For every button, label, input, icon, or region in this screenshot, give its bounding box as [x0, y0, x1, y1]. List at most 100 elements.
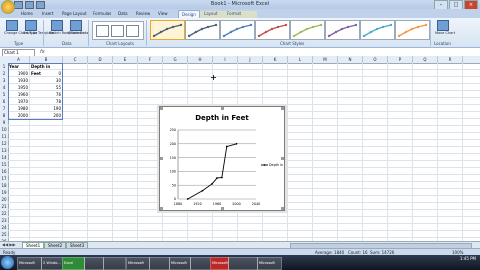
row-header[interactable]: 5: [0, 91, 8, 98]
column-header[interactable]: D: [88, 56, 113, 63]
chart-style-thumb[interactable]: [150, 20, 185, 40]
row-header[interactable]: 1: [0, 63, 8, 70]
tab-view[interactable]: View: [158, 10, 168, 18]
row-header[interactable]: 3: [0, 77, 8, 84]
save-as-template-label: Save As Template: [23, 31, 55, 35]
column-header[interactable]: I: [213, 56, 238, 63]
row-header[interactable]: 7: [0, 105, 8, 112]
column-header[interactable]: J: [238, 56, 263, 63]
row-header[interactable]: 13: [0, 147, 8, 154]
y-tick-label: 0: [174, 197, 176, 201]
tab-formulas[interactable]: Formulas: [93, 10, 111, 18]
taskbar-item[interactable]: [84, 257, 104, 270]
layout-thumb[interactable]: [111, 25, 124, 37]
row-header[interactable]: 17: [0, 175, 8, 182]
taskbar-item[interactable]: [103, 257, 126, 270]
clock: 1:45 PM: [460, 256, 476, 262]
row-header[interactable]: 10: [0, 126, 8, 133]
column-header[interactable]: F: [138, 56, 163, 63]
tab-data[interactable]: Data: [118, 10, 128, 18]
taskbar-item[interactable]: Excel: [62, 257, 85, 270]
column-header[interactable]: L: [288, 56, 313, 63]
row-header[interactable]: 18: [0, 182, 8, 189]
row-header[interactable]: 12: [0, 140, 8, 147]
column-header[interactable]: B: [30, 56, 63, 63]
column-header[interactable]: K: [263, 56, 288, 63]
switch-row-column-button[interactable]: Switch Row/Column: [49, 20, 84, 40]
tab-insert[interactable]: Insert: [42, 10, 53, 18]
window-title: Book1 - Microsoft Excel: [210, 1, 270, 7]
column-header[interactable]: H: [188, 56, 213, 63]
chart-style-thumb[interactable]: [395, 20, 430, 40]
row-header[interactable]: 2: [0, 70, 8, 77]
chart-style-thumb[interactable]: [325, 20, 360, 40]
switch-icon: [51, 20, 63, 31]
change-chart-type-label: Change Chart Type: [4, 31, 38, 35]
layout-thumb[interactable]: [126, 25, 139, 37]
row-header[interactable]: 8: [0, 112, 8, 119]
row-header[interactable]: 20: [0, 196, 8, 203]
gridline: [8, 230, 480, 231]
row-header[interactable]: 24: [0, 224, 8, 231]
chart-style-thumb[interactable]: [360, 20, 395, 40]
column-header[interactable]: P: [388, 56, 413, 63]
gridline: [8, 237, 480, 238]
chart-style-thumb[interactable]: [220, 20, 255, 40]
column-header[interactable]: E: [113, 56, 138, 63]
select-data-button[interactable]: Select Data: [68, 20, 88, 40]
column-header[interactable]: G: [163, 56, 188, 63]
column-header[interactable]: N: [338, 56, 363, 63]
layout-thumb[interactable]: [96, 25, 109, 37]
row-header[interactable]: 4: [0, 84, 8, 91]
switch-row-column-label: Switch Row/Column: [49, 31, 84, 35]
chart-style-thumb[interactable]: [290, 20, 325, 40]
save-as-template-button[interactable]: Save As Template: [23, 20, 55, 40]
column-header[interactable]: R: [438, 56, 463, 63]
taskbar-item[interactable]: Microsoft: [210, 257, 229, 270]
row-header[interactable]: 16: [0, 168, 8, 175]
taskbar-item[interactable]: [190, 257, 211, 270]
office-button[interactable]: [1, 0, 15, 14]
chart-object[interactable]: Depth in Feet 0 50 100 150 200 250 1880 1920 1960…: [159, 106, 292, 211]
row-header[interactable]: 14: [0, 154, 8, 161]
column-header[interactable]: O: [363, 56, 388, 63]
column-header[interactable]: Q: [413, 56, 438, 63]
taskbar-item[interactable]: Microsoft: [169, 257, 191, 270]
row-header[interactable]: 11: [0, 133, 8, 140]
change-chart-type-button[interactable]: Change Chart Type: [4, 20, 38, 40]
taskbar-item[interactable]: [149, 257, 170, 270]
chart-layouts-gallery[interactable]: [92, 21, 144, 40]
taskbar-item[interactable]: Microsoft: [17, 257, 42, 270]
tab-review[interactable]: Review: [136, 10, 150, 18]
chart-style-thumb[interactable]: [185, 20, 220, 40]
chart-style-thumb[interactable]: [255, 20, 290, 40]
column-header[interactable]: C: [63, 56, 88, 63]
row-header[interactable]: 25: [0, 231, 8, 238]
gridline: [8, 104, 480, 105]
title-bar: Book1 - Microsoft Excel – □ ×: [0, 0, 480, 10]
column-header[interactable]: A: [8, 56, 30, 63]
row-header[interactable]: 9: [0, 119, 8, 126]
y-tick-label: 150: [170, 156, 176, 160]
taskbar-item[interactable]: Microsoft: [126, 257, 150, 270]
row-header[interactable]: 6: [0, 98, 8, 105]
column-header[interactable]: M: [313, 56, 338, 63]
data-point: [201, 189, 204, 192]
tab-format[interactable]: Format: [227, 10, 241, 18]
tab-layout[interactable]: Layout: [204, 10, 218, 18]
row-header[interactable]: 22: [0, 210, 8, 217]
row-header[interactable]: 21: [0, 203, 8, 210]
move-chart-button[interactable]: Move Chart: [435, 20, 455, 40]
data-point: [216, 177, 218, 179]
tab-page-layout[interactable]: Page Layout: [62, 10, 87, 18]
taskbar-item[interactable]: 2 Windo...: [41, 257, 63, 270]
start-button[interactable]: [1, 256, 14, 269]
tab-home[interactable]: Home: [21, 10, 33, 18]
taskbar-item[interactable]: [228, 257, 258, 270]
fx-icon[interactable]: fx: [40, 48, 45, 56]
row-header[interactable]: 23: [0, 217, 8, 224]
row-header[interactable]: 15: [0, 161, 8, 168]
group-separator: [88, 20, 89, 46]
row-header[interactable]: 19: [0, 189, 8, 196]
taskbar-item[interactable]: Microsoft: [257, 257, 282, 270]
